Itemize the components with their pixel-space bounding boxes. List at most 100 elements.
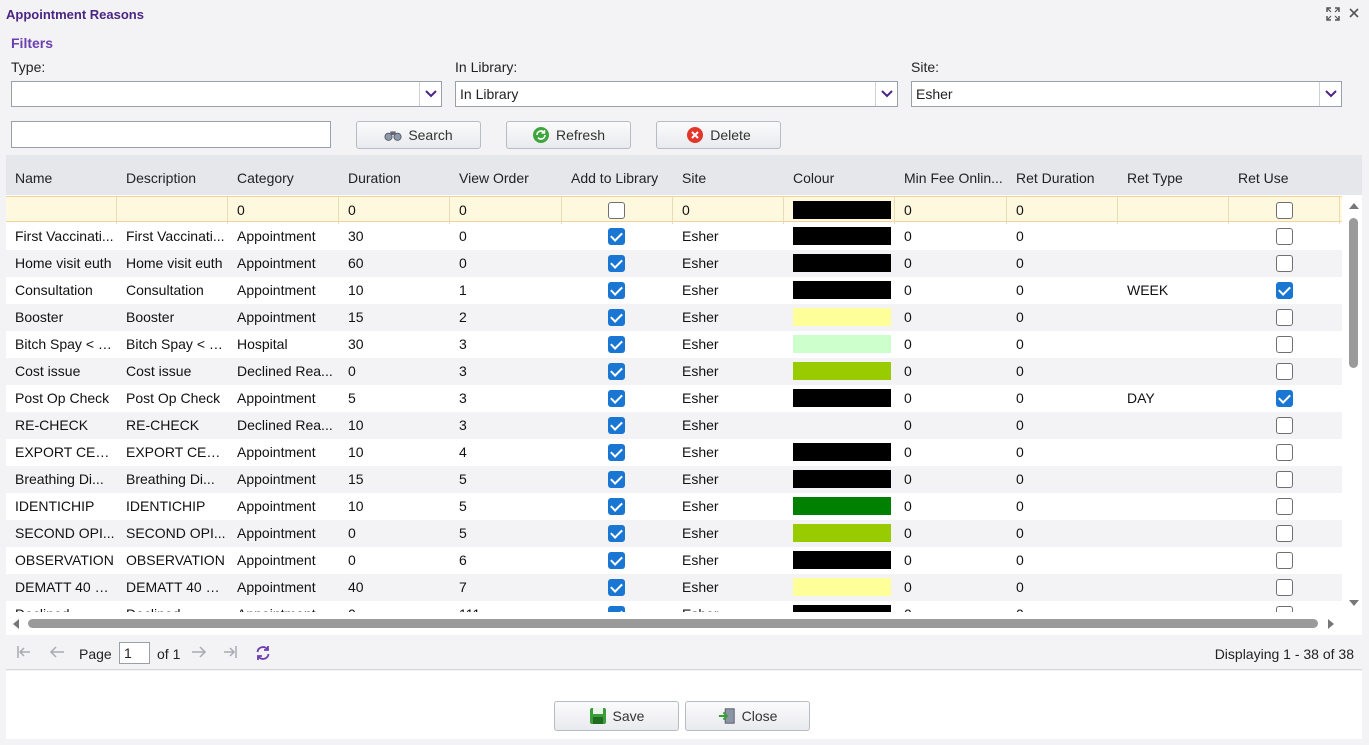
vertical-scrollbar[interactable]	[1346, 196, 1362, 612]
scroll-left-icon[interactable]	[11, 618, 20, 630]
ret-duration-cell[interactable]: 0	[1007, 358, 1118, 385]
duration-cell[interactable]: 60	[339, 250, 450, 277]
column-header-add-to-library[interactable]: Add to Library	[571, 170, 670, 186]
category-cell[interactable]: Appointment	[228, 520, 339, 547]
column-header-view-order[interactable]: View Order	[459, 170, 559, 186]
site-cell[interactable]: Esher	[673, 520, 784, 547]
name-cell[interactable]: EXPORT CERT...	[6, 439, 117, 466]
ret-type-cell[interactable]	[1118, 412, 1229, 439]
ret-use-checkbox[interactable]	[1276, 202, 1293, 219]
add-to-library-checkbox[interactable]	[608, 309, 625, 326]
table-row[interactable]: First Vaccinati... First Vaccinati... Appo…	[6, 223, 1342, 250]
vertical-scroll-thumb[interactable]	[1349, 218, 1358, 368]
view-order-cell[interactable]: 5	[450, 466, 562, 493]
name-cell[interactable]: Bitch Spay < 1...	[6, 331, 117, 358]
ret-use-checkbox[interactable]	[1276, 606, 1293, 612]
min-fee-cell[interactable]: 0	[895, 547, 1007, 574]
add-to-library-checkbox[interactable]	[608, 552, 625, 569]
chevron-down-icon[interactable]	[419, 82, 441, 106]
site-cell[interactable]: Esher	[673, 277, 784, 304]
category-cell[interactable]: Hospital	[228, 331, 339, 358]
site-cell[interactable]: Esher	[673, 601, 784, 612]
min-fee-cell[interactable]: 0	[895, 304, 1007, 331]
duration-cell[interactable]: 15	[339, 304, 450, 331]
add-to-library-checkbox[interactable]	[608, 525, 625, 542]
horizontal-scroll-thumb[interactable]	[28, 619, 1318, 628]
ret-type-cell[interactable]	[1118, 331, 1229, 358]
ret-use-checkbox[interactable]	[1276, 255, 1293, 272]
page-number-input[interactable]: 1	[119, 642, 150, 664]
name-cell[interactable]: First Vaccinati...	[6, 223, 117, 250]
category-cell[interactable]: 0	[228, 197, 339, 224]
colour-swatch[interactable]	[793, 470, 891, 488]
colour-swatch[interactable]	[793, 389, 891, 407]
ret-duration-cell[interactable]: 0	[1007, 385, 1118, 412]
description-cell[interactable]: Consultation	[117, 277, 228, 304]
duration-cell[interactable]: 10	[339, 412, 450, 439]
table-row[interactable]: IDENTICHIP IDENTICHIP Appointment 10 5 Esher 0…	[6, 493, 1342, 520]
reload-icon[interactable]	[254, 644, 272, 667]
column-header-ret-duration[interactable]: Ret Duration	[1016, 170, 1115, 186]
min-fee-cell[interactable]: 0	[895, 412, 1007, 439]
column-header-category[interactable]: Category	[237, 170, 336, 186]
colour-swatch[interactable]	[793, 227, 891, 245]
name-cell[interactable]: Declined	[6, 601, 117, 612]
colour-swatch[interactable]	[793, 362, 891, 380]
site-cell[interactable]: 0	[673, 197, 784, 224]
description-cell[interactable]: Booster	[117, 304, 228, 331]
ret-use-checkbox[interactable]	[1276, 444, 1293, 461]
chevron-down-icon[interactable]	[1319, 82, 1341, 106]
ret-use-checkbox[interactable]	[1276, 282, 1293, 299]
view-order-cell[interactable]: 3	[450, 385, 562, 412]
ret-type-cell[interactable]	[1118, 547, 1229, 574]
ret-duration-cell[interactable]: 0	[1007, 331, 1118, 358]
duration-cell[interactable]: 10	[339, 277, 450, 304]
search-input[interactable]	[11, 121, 331, 148]
category-cell[interactable]: Declined Rea...	[228, 412, 339, 439]
description-cell[interactable]: DEMATT 40 M...	[117, 574, 228, 601]
ret-type-cell[interactable]	[1118, 250, 1229, 277]
min-fee-cell[interactable]: 0	[895, 466, 1007, 493]
name-cell[interactable]: DEMATT 40 M...	[6, 574, 117, 601]
view-order-cell[interactable]: 3	[450, 412, 562, 439]
ret-type-cell[interactable]	[1118, 493, 1229, 520]
view-order-cell[interactable]: 6	[450, 547, 562, 574]
category-cell[interactable]: Appointment	[228, 466, 339, 493]
name-cell[interactable]: Consultation	[6, 277, 117, 304]
table-row[interactable]: Consultation Consultation Appointment 10 1 Es…	[6, 277, 1342, 304]
close-button[interactable]: Close	[685, 701, 810, 731]
category-cell[interactable]: Appointment	[228, 385, 339, 412]
column-header-min-fee[interactable]: Min Fee Onlin...	[904, 170, 1004, 186]
colour-swatch[interactable]	[793, 605, 891, 612]
table-row[interactable]: Breathing Di... Breathing Di... Appointmen…	[6, 466, 1342, 493]
add-to-library-checkbox[interactable]	[608, 498, 625, 515]
colour-swatch[interactable]	[793, 524, 891, 542]
scroll-up-icon[interactable]	[1348, 201, 1360, 210]
horizontal-scrollbar[interactable]	[6, 615, 1342, 633]
colour-swatch[interactable]	[793, 254, 891, 272]
chevron-down-icon[interactable]	[875, 82, 897, 106]
ret-type-cell[interactable]: WEEK	[1118, 277, 1229, 304]
name-cell[interactable]: IDENTICHIP	[6, 493, 117, 520]
table-row[interactable]: Cost issue Cost issue Declined Rea... 0 3 Esh…	[6, 358, 1342, 385]
category-cell[interactable]: Appointment	[228, 304, 339, 331]
table-row[interactable]: DEMATT 40 M... DEMATT 40 M... Appointment 4…	[6, 574, 1342, 601]
ret-duration-cell[interactable]: 0	[1007, 304, 1118, 331]
ret-type-cell[interactable]	[1118, 601, 1229, 612]
view-order-cell[interactable]: 7	[450, 574, 562, 601]
category-cell[interactable]: Appointment	[228, 439, 339, 466]
description-cell[interactable]	[117, 197, 228, 224]
duration-cell[interactable]: 0	[339, 197, 450, 224]
duration-cell[interactable]: 5	[339, 385, 450, 412]
name-cell[interactable]: Post Op Check	[6, 385, 117, 412]
category-cell[interactable]: Appointment	[228, 547, 339, 574]
min-fee-cell[interactable]: 0	[895, 250, 1007, 277]
view-order-cell[interactable]: 3	[450, 358, 562, 385]
name-cell[interactable]: Breathing Di...	[6, 466, 117, 493]
ret-type-cell[interactable]	[1118, 439, 1229, 466]
description-cell[interactable]: Home visit euth	[117, 250, 228, 277]
name-cell[interactable]: Cost issue	[6, 358, 117, 385]
description-cell[interactable]: First Vaccinati...	[117, 223, 228, 250]
site-cell[interactable]: Esher	[673, 439, 784, 466]
min-fee-cell[interactable]: 0	[895, 439, 1007, 466]
